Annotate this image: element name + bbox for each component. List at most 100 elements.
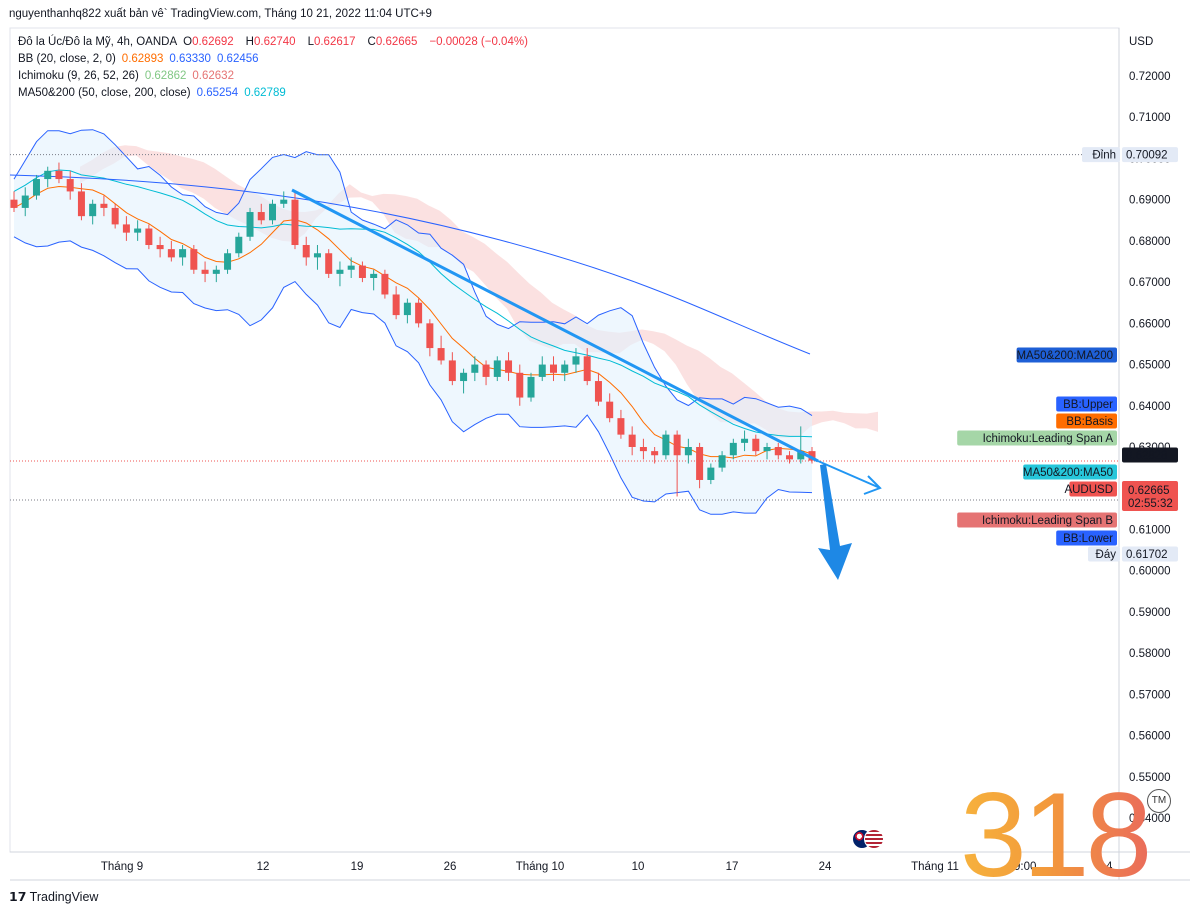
candle-body[interactable] (448, 360, 456, 382)
candle-body[interactable] (167, 249, 175, 258)
candle-body[interactable] (505, 360, 513, 373)
candle-body[interactable] (628, 434, 636, 447)
candle-body[interactable] (100, 203, 108, 208)
candle-body[interactable] (77, 191, 85, 217)
candle-body[interactable] (684, 447, 692, 456)
candle-body[interactable] (280, 199, 288, 204)
candle-body[interactable] (707, 467, 715, 480)
tradingview-logo[interactable]: 𝟭𝟳 TradingView (9, 889, 98, 904)
candle-body[interactable] (358, 265, 366, 278)
candle-body[interactable] (347, 265, 355, 270)
candle-body[interactable] (561, 364, 569, 373)
candle-body[interactable] (291, 199, 299, 246)
candle-body[interactable] (493, 360, 501, 377)
candle-body[interactable] (741, 438, 749, 443)
candle-body[interactable] (325, 253, 333, 274)
y-tick-label: 0.60000 (1129, 566, 1171, 578)
candle-body[interactable] (145, 228, 153, 246)
candle-body[interactable] (313, 253, 321, 258)
candle-body[interactable] (639, 447, 647, 452)
y-tick-label: 0.66000 (1129, 318, 1171, 330)
candle-body[interactable] (482, 364, 490, 377)
bb-basis-value: 0.62893 (121, 53, 164, 65)
candle-body[interactable] (673, 434, 681, 456)
close-value: 0.62665 (375, 36, 418, 48)
candle-body[interactable] (201, 269, 209, 274)
candle-body[interactable] (774, 447, 782, 456)
x-tick-label: 19 (351, 861, 364, 873)
candle-body[interactable] (32, 179, 40, 196)
legend-ichimoku-row[interactable]: Ichimoku (9, 26, 52, 26) 0.62862 0.62632 (18, 68, 534, 85)
candle-body[interactable] (89, 203, 97, 217)
candle-body[interactable] (460, 372, 468, 382)
legend-bb-row[interactable]: BB (20, close, 2, 0) 0.62893 0.63330 0.6245… (18, 51, 534, 68)
last-price-value: 0.62828 (1126, 450, 1168, 462)
candle-body[interactable] (426, 323, 434, 349)
candle-body[interactable] (224, 253, 232, 270)
close-label: C (367, 36, 376, 48)
candle-body[interactable] (134, 228, 142, 233)
y-tick-label: 0.64000 (1129, 401, 1171, 413)
candle-body[interactable] (651, 451, 659, 456)
candle-body[interactable] (471, 364, 479, 373)
candle-body[interactable] (696, 447, 704, 480)
candle-body[interactable] (190, 249, 198, 270)
candle-body[interactable] (381, 273, 389, 295)
candle-body[interactable] (594, 381, 602, 402)
flags-icon[interactable] (852, 829, 884, 849)
y-tick-label: 0.61000 (1129, 524, 1171, 536)
candle-body[interactable] (752, 438, 760, 452)
candle-body[interactable] (257, 212, 265, 221)
candle-body[interactable] (212, 269, 220, 274)
candle-body[interactable] (572, 356, 580, 365)
axis-tag-label: Ichimoku:Leading Span B (982, 515, 1113, 527)
candle-body[interactable] (516, 372, 524, 398)
open-value: 0.62692 (192, 36, 234, 48)
axis-tag-label: BB:Lower (1063, 533, 1113, 545)
candle-body[interactable] (662, 434, 670, 456)
legend-symbol-row[interactable]: Đô la Úc/Đô la Mỹ, 4h, OANDA O0.62692 H0.6… (18, 34, 534, 51)
candle-body[interactable] (156, 245, 164, 250)
watermark-number: 318 (960, 768, 1152, 902)
publish-caption: nguyenthanhq822 xuất bản vê` TradingView… (9, 8, 432, 20)
candle-body[interactable] (370, 273, 378, 278)
tv-logo-icon: 𝟭𝟳 (9, 890, 27, 904)
candle-body[interactable] (527, 376, 535, 398)
candle-body[interactable] (122, 224, 130, 233)
ma50-value: 0.62789 (244, 87, 286, 99)
down-arrow-icon (818, 464, 852, 580)
candle-body[interactable] (583, 356, 591, 382)
candle-body[interactable] (44, 170, 52, 180)
candle-body[interactable] (392, 294, 400, 316)
candle-body[interactable] (10, 199, 18, 208)
axis-tag-label: BB:Upper (1063, 399, 1113, 411)
x-tick-label: 12 (257, 861, 270, 873)
candle-body[interactable] (269, 203, 277, 221)
candle-body[interactable] (763, 447, 771, 452)
candle-body[interactable] (729, 442, 737, 456)
candle-body[interactable] (246, 212, 254, 237)
low-label: L (307, 36, 314, 48)
candle-body[interactable] (55, 170, 63, 180)
candle-body[interactable] (786, 455, 794, 460)
trademark-icon: TM (1147, 789, 1171, 813)
legend-ma-row[interactable]: MA50&200 (50, close, 200, close) 0.65254 0… (18, 85, 534, 102)
candle-body[interactable] (403, 302, 411, 316)
ma200-value: 0.65254 (196, 87, 239, 99)
candle-body[interactable] (111, 207, 119, 225)
candle-body[interactable] (21, 195, 29, 208)
candle-body[interactable] (437, 348, 445, 361)
y-tick-label: 0.58000 (1129, 648, 1171, 660)
candle-body[interactable] (179, 249, 187, 258)
candle-body[interactable] (415, 302, 423, 324)
candle-body[interactable] (549, 364, 557, 373)
candle-body[interactable] (538, 364, 546, 377)
x-tick-label: Tháng 11 (911, 861, 959, 873)
candle-body[interactable] (66, 179, 74, 192)
candle-body[interactable] (302, 245, 310, 258)
candle-body[interactable] (606, 401, 614, 419)
candle-body[interactable] (235, 236, 243, 254)
candle-body[interactable] (336, 269, 344, 274)
candle-body[interactable] (718, 455, 726, 468)
candle-body[interactable] (617, 418, 625, 435)
